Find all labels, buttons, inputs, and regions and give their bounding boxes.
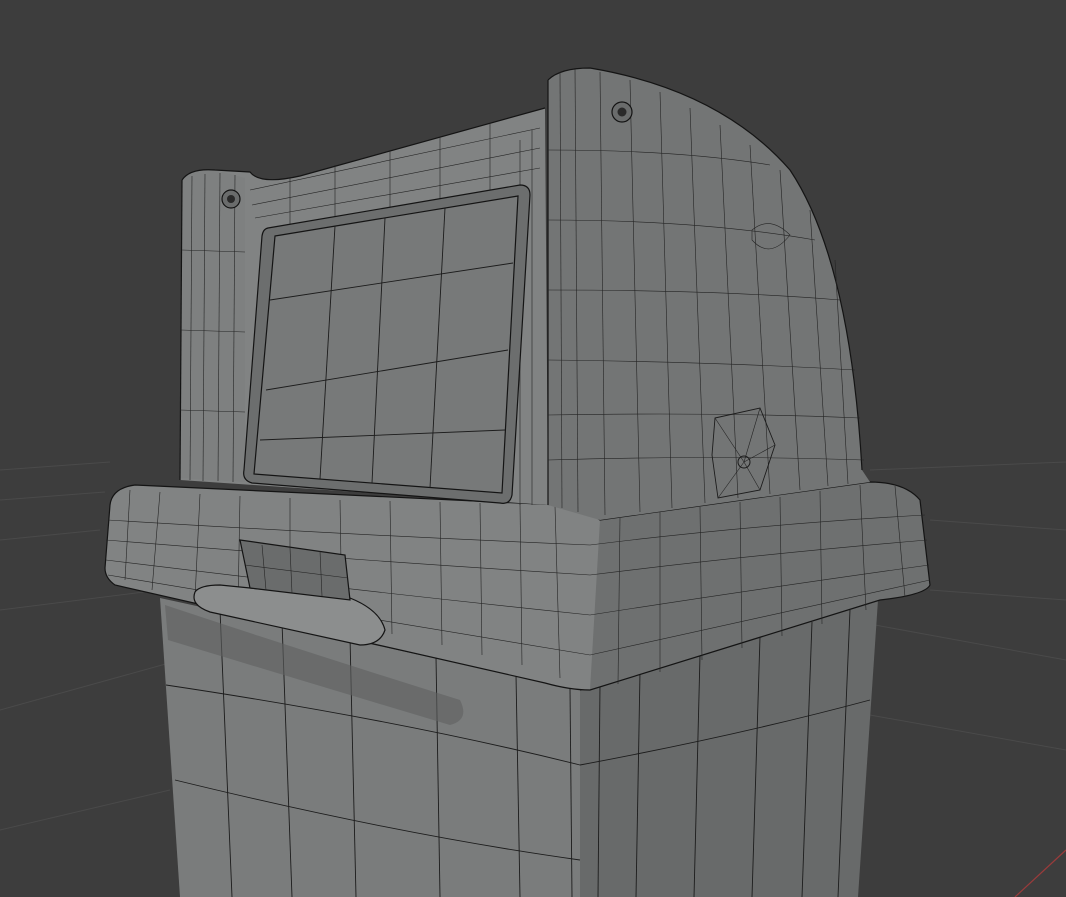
display-screen <box>243 184 531 504</box>
x-axis-line <box>1014 849 1066 897</box>
screw-icon <box>611 101 633 123</box>
3d-viewport[interactable] <box>0 0 1066 897</box>
side-housing <box>547 67 870 520</box>
scene-canvas[interactable] <box>0 0 1066 897</box>
screw-icon <box>221 189 241 209</box>
